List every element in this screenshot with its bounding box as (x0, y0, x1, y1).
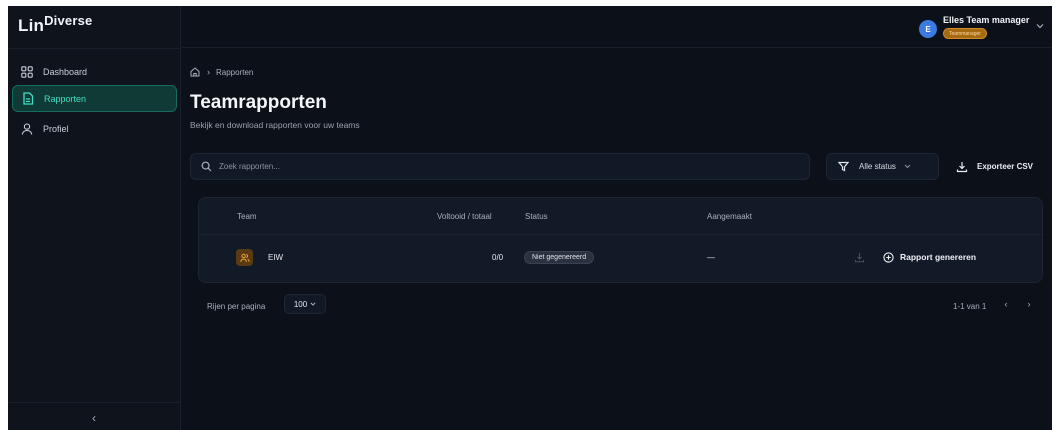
export-csv-button[interactable]: Exporteer CSV (946, 153, 1048, 180)
plus-circle-icon (883, 251, 894, 263)
chevron-left-icon: ‹ (92, 411, 96, 425)
search-icon (201, 161, 212, 172)
page-subtitle: Bekijk en download rapporten voor uw tea… (190, 120, 360, 130)
role-badge: Teammanager (943, 28, 987, 39)
pagination-range: 1-1 van 1 (953, 302, 987, 311)
page-title: Teamrapporten (190, 92, 327, 113)
search-input[interactable] (219, 162, 779, 171)
status-filter-value: Alle status (859, 162, 896, 171)
export-label: Exporteer CSV (977, 162, 1034, 171)
breadcrumb: › Rapporten (190, 67, 253, 77)
rows-per-page-label: Rijen per pagina (207, 302, 266, 311)
breadcrumb-separator-icon: › (207, 67, 210, 77)
chevron-right-icon: › (1027, 299, 1031, 309)
status-badge: Niet gegenereerd (524, 251, 595, 264)
generate-report-label: Rapport genereren (900, 252, 977, 262)
grid-icon (20, 65, 34, 79)
logo-text: Lin (18, 16, 45, 35)
user-icon (20, 122, 34, 136)
sidebar-item-label: Dashboard (43, 66, 88, 77)
document-icon (21, 92, 35, 106)
sidebar-item-rapporten[interactable]: Rapporten (12, 85, 177, 112)
collapse-sidebar-button[interactable]: ‹ (86, 410, 102, 426)
rows-per-page-select[interactable]: 100 (284, 294, 326, 314)
team-name: EIW (268, 253, 284, 262)
chevron-left-icon: ‹ (1004, 299, 1008, 309)
download-report-icon[interactable] (854, 252, 865, 263)
rows-per-page-value: 100 (293, 299, 308, 309)
divider (8, 48, 181, 49)
sidebar-item-label: Rapporten (44, 93, 87, 104)
user-menu-chevron-icon[interactable] (1036, 21, 1044, 31)
prev-page-button[interactable]: ‹ (997, 294, 1015, 314)
next-page-button[interactable]: › (1020, 294, 1038, 314)
topbar: E Elles Team manager Teammanager (182, 6, 1052, 48)
divider (8, 402, 181, 403)
column-header-voltooid[interactable]: Voltooid / totaal (437, 212, 492, 221)
search-box (190, 153, 810, 180)
status-filter-select[interactable]: Alle status (826, 153, 939, 180)
team-icon (236, 249, 253, 266)
divider (199, 234, 1044, 235)
column-header-status[interactable]: Status (525, 212, 548, 221)
sidebar-item-profiel[interactable]: Profiel (12, 115, 177, 142)
filter-icon (838, 161, 849, 172)
user-name[interactable]: Elles Team manager (943, 15, 1029, 25)
sidebar-item-dashboard[interactable]: Dashboard (12, 58, 177, 85)
column-header-aangemaakt[interactable]: Aangemaakt (707, 212, 752, 221)
avatar[interactable]: E (919, 20, 937, 38)
sidebar-item-label: Profiel (43, 123, 69, 134)
reports-table: Team Voltooid / totaal Status Aangemaakt… (198, 197, 1044, 283)
home-icon[interactable] (190, 67, 200, 77)
voltooid-value: 0/0 (492, 253, 504, 262)
sidebar: LinDiverse Dashboard Rapporten Profiel ‹ (8, 6, 181, 430)
aangemaakt-value: — (707, 253, 715, 262)
logo-superscript: Diverse (44, 13, 93, 28)
column-header-team[interactable]: Team (237, 212, 257, 221)
chevron-down-icon (904, 162, 911, 171)
generate-report-button[interactable]: Rapport genereren (883, 249, 976, 265)
chevron-down-icon (310, 302, 316, 306)
download-icon (956, 161, 968, 173)
app-window: LinDiverse Dashboard Rapporten Profiel ‹ (8, 6, 1052, 430)
logo[interactable]: LinDiverse (18, 13, 93, 36)
breadcrumb-current: Rapporten (216, 67, 254, 77)
